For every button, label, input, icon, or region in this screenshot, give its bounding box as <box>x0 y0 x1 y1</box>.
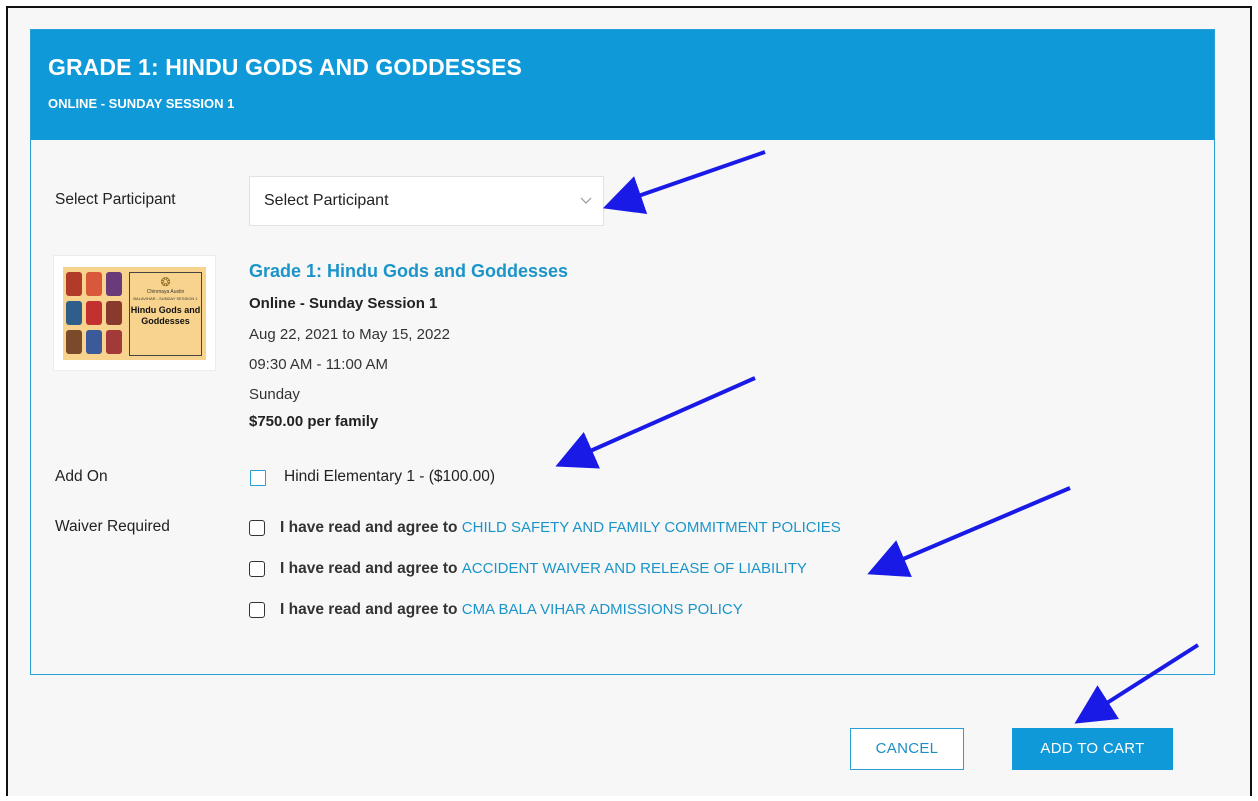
add-to-cart-button[interactable]: ADD TO CART <box>1012 728 1173 770</box>
thumbnail-title: Hindu Gods and Goddesses <box>130 305 201 326</box>
child-safety-policy-link[interactable]: CHILD SAFETY AND FAMILY COMMITMENT POLIC… <box>462 519 841 536</box>
accident-waiver-link[interactable]: ACCIDENT WAIVER AND RELEASE OF LIABILITY <box>462 560 807 577</box>
card-subtitle: ONLINE - SUNDAY SESSION 1 <box>48 96 235 111</box>
waiver-prefix: I have read and agree to <box>280 519 458 536</box>
product-dates: Aug 22, 2021 to May 15, 2022 <box>249 326 450 343</box>
card-header: GRADE 1: HINDU GODS AND GODDESSES ONLINE… <box>31 30 1214 140</box>
participant-select[interactable]: Select Participant <box>249 176 604 226</box>
waiver-label: Waiver Required <box>55 518 170 535</box>
waiver-row-2: I have read and agree to ACCIDENT WAIVER… <box>280 560 807 578</box>
addon-label: Add On <box>55 468 108 485</box>
chevron-down-icon <box>580 197 592 204</box>
deity-images-grid <box>66 272 124 356</box>
thumbnail-line: BALAVIHAR - SUNDAY SESSION 1 <box>133 296 198 301</box>
waiver-checkbox-2[interactable] <box>249 561 265 577</box>
waiver-prefix: I have read and agree to <box>280 601 458 618</box>
om-logo-icon: ❂ <box>160 275 171 289</box>
admissions-policy-link[interactable]: CMA BALA VIHAR ADMISSIONS POLICY <box>462 601 743 618</box>
product-title-link[interactable]: Grade 1: Hindu Gods and Goddesses <box>249 261 568 282</box>
product-price: $750.00 per family <box>249 413 379 430</box>
participant-select-value: Select Participant <box>264 192 389 209</box>
addon-option-label: Hindi Elementary 1 - ($100.00) <box>284 468 496 485</box>
card-title: GRADE 1: HINDU GODS AND GODDESSES <box>48 54 523 80</box>
thumbnail-caption: ❂ Chinmaya Austin BALAVIHAR - SUNDAY SES… <box>129 272 202 356</box>
product-thumbnail: ❂ Chinmaya Austin BALAVIHAR - SUNDAY SES… <box>53 255 216 371</box>
waiver-row-3: I have read and agree to CMA BALA VIHAR … <box>280 601 743 619</box>
waiver-checkbox-3[interactable] <box>249 602 265 618</box>
thumbnail-image: ❂ Chinmaya Austin BALAVIHAR - SUNDAY SES… <box>63 267 206 360</box>
participant-label: Select Participant <box>55 191 176 208</box>
product-day: Sunday <box>249 386 300 403</box>
product-session: Online - Sunday Session 1 <box>249 295 438 312</box>
addon-checkbox[interactable] <box>250 470 266 486</box>
waiver-prefix: I have read and agree to <box>280 560 458 577</box>
cancel-button[interactable]: CANCEL <box>850 728 964 770</box>
product-time: 09:30 AM - 11:00 AM <box>249 356 388 373</box>
waiver-checkbox-1[interactable] <box>249 520 265 536</box>
registration-card: GRADE 1: HINDU GODS AND GODDESSES ONLINE… <box>30 29 1215 675</box>
thumbnail-org: Chinmaya Austin <box>146 289 185 295</box>
waiver-row-1: I have read and agree to CHILD SAFETY AN… <box>280 519 841 537</box>
